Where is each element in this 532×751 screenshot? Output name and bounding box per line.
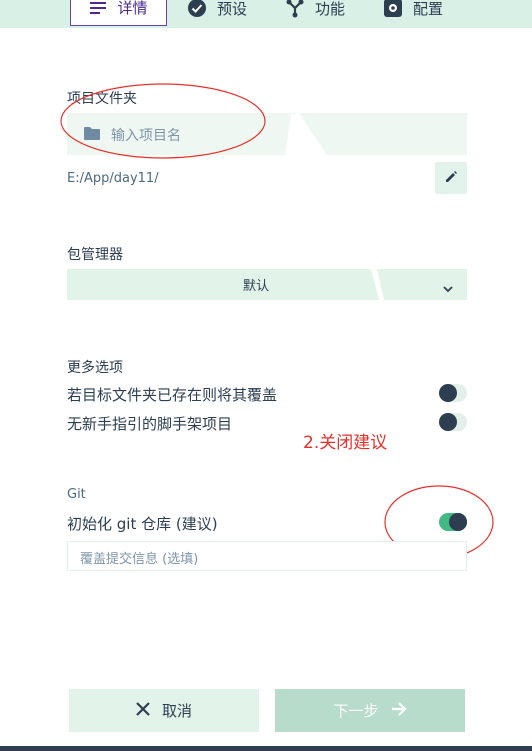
gear-icon — [383, 0, 403, 18]
tab-presets-label: 预设 — [217, 0, 248, 18]
more-options-label: 更多选项 — [67, 360, 123, 376]
chevron-down-icon — [443, 279, 453, 298]
git-label: Git — [67, 487, 86, 502]
tab-features[interactable]: 功能 — [285, 0, 345, 26]
bottom-edge — [0, 746, 532, 751]
package-manager-label: 包管理器 — [67, 247, 123, 263]
toggle-knob — [439, 384, 457, 402]
arrow-right-icon — [391, 701, 407, 720]
fork-icon — [285, 0, 305, 18]
tab-config[interactable]: 配置 — [383, 0, 443, 26]
toggle-knob — [439, 413, 457, 431]
cancel-label: 取消 — [161, 702, 192, 720]
annotation-text: 2.关闭建议 — [303, 433, 388, 453]
next-label: 下一步 — [333, 702, 379, 720]
top-tab-bar: 详情 预设 功能 配置 — [0, 0, 532, 28]
no-guide-label: 无新手指引的脚手架项目 — [67, 415, 233, 433]
tab-details[interactable]: 详情 — [70, 0, 167, 26]
no-guide-toggle[interactable] — [439, 413, 467, 431]
commit-message-placeholder: 覆盖提交信息 (选填) — [80, 552, 199, 567]
overwrite-label: 若目标文件夹已存在则将其覆盖 — [67, 386, 278, 404]
tab-features-label: 功能 — [315, 0, 346, 18]
edit-path-button[interactable] — [435, 162, 467, 194]
tab-config-label: 配置 — [413, 0, 444, 18]
tab-details-label: 详情 — [117, 0, 148, 17]
highlight-shape — [285, 113, 327, 155]
tab-presets[interactable]: 预设 — [187, 0, 247, 26]
next-button[interactable]: 下一步 — [275, 689, 465, 732]
highlight-shape-2 — [371, 269, 384, 300]
check-circle-icon — [187, 0, 207, 18]
project-path: E:/App/day11/ — [67, 171, 159, 186]
list-icon — [89, 1, 107, 15]
close-icon — [136, 701, 150, 720]
annotation-ellipse — [60, 83, 266, 159]
overwrite-toggle[interactable] — [439, 384, 467, 402]
package-manager-select[interactable]: 默认 — [67, 269, 467, 300]
commit-message-input[interactable]: 覆盖提交信息 (选填) — [67, 541, 467, 571]
git-init-label: 初始化 git 仓库 (建议) — [67, 515, 218, 533]
cancel-button[interactable]: 取消 — [69, 689, 259, 732]
pencil-icon — [444, 169, 458, 188]
